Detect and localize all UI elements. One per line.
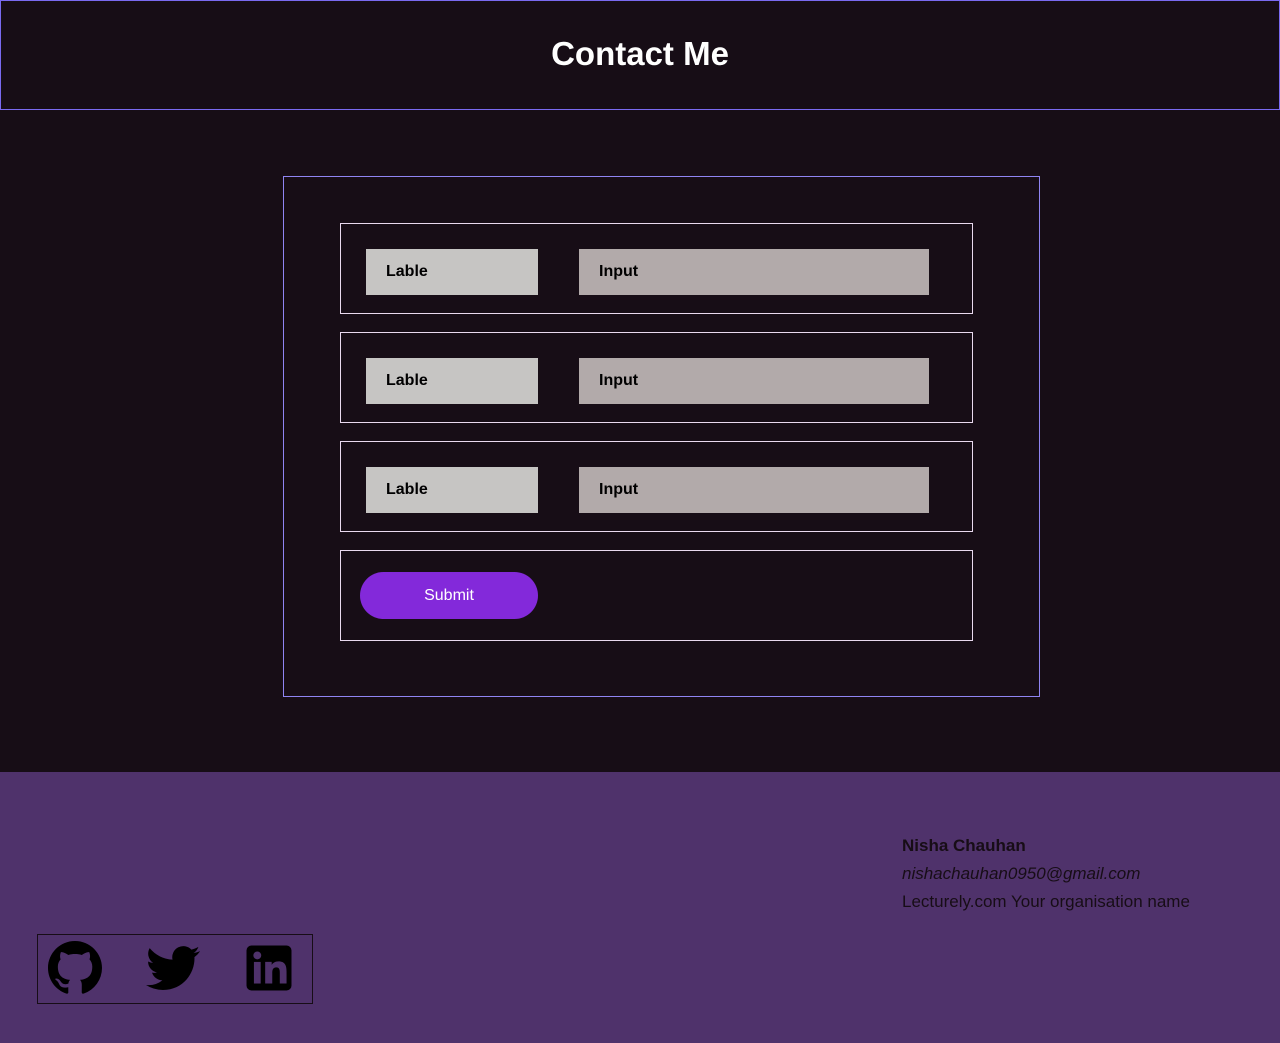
contact-info: Nisha Chauhan nishachauhan0950@gmail.com…: [902, 832, 1190, 916]
field-input[interactable]: Input: [579, 249, 929, 295]
github-icon[interactable]: [48, 941, 102, 995]
submit-button[interactable]: Submit: [360, 572, 538, 619]
field-label: Lable: [366, 467, 538, 513]
form-row: Lable Input: [340, 332, 973, 423]
submit-row: Submit: [340, 550, 973, 641]
field-label: Lable: [366, 358, 538, 404]
contact-organisation: Lecturely.com Your organisation name: [902, 892, 1190, 911]
field-label: Lable: [366, 249, 538, 295]
form-row: Lable Input: [340, 441, 973, 532]
twitter-icon[interactable]: [146, 941, 200, 995]
field-input[interactable]: Input: [579, 467, 929, 513]
social-links: [37, 934, 313, 1004]
page-footer: Nisha Chauhan nishachauhan0950@gmail.com…: [0, 772, 1280, 1043]
form-row: Lable Input: [340, 223, 973, 314]
contact-name: Nisha Chauhan: [902, 836, 1026, 855]
page-header: Contact Me: [0, 0, 1280, 110]
contact-email[interactable]: nishachauhan0950@gmail.com: [902, 860, 1190, 888]
field-input[interactable]: Input: [579, 358, 929, 404]
linkedin-icon[interactable]: [242, 941, 296, 995]
page-title: Contact Me: [551, 35, 729, 72]
